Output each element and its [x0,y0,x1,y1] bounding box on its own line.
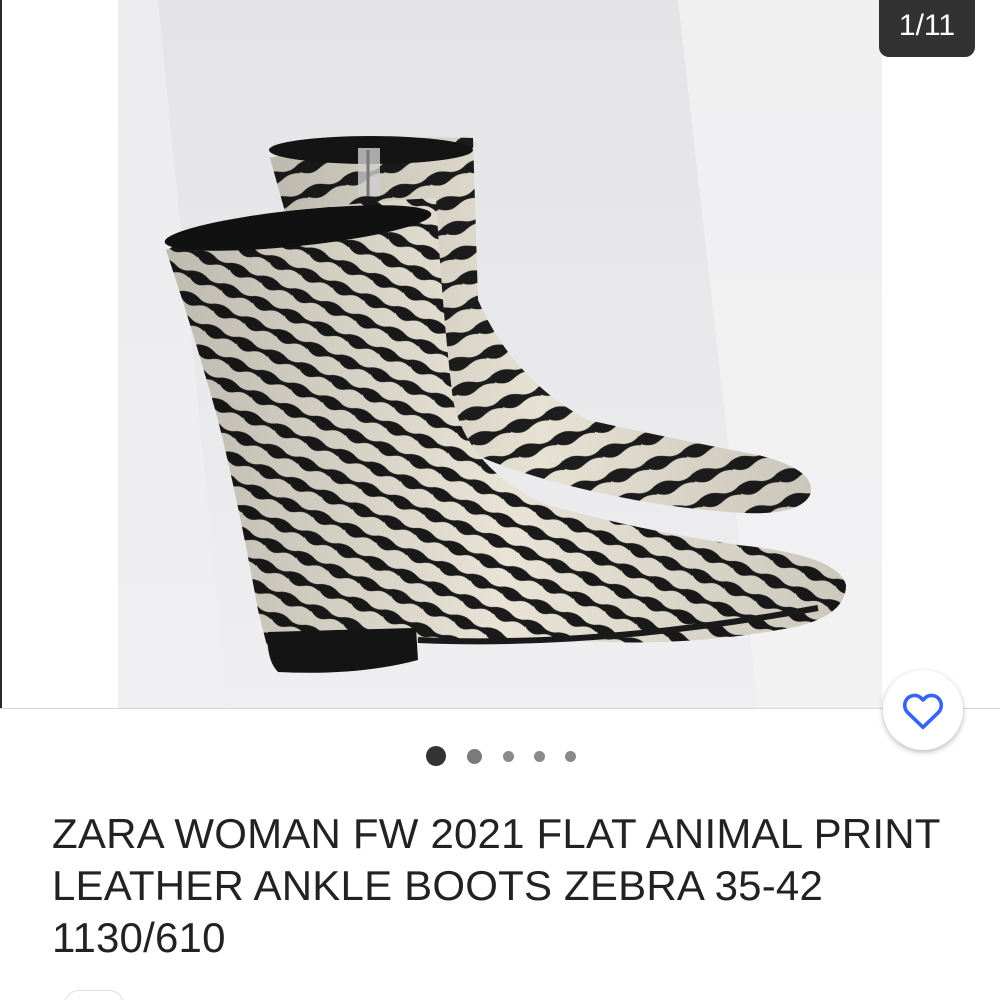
favorite-button[interactable] [883,670,963,750]
heart-outline-icon [902,693,944,730]
listing-title: ZARA WOMAN FW 2021 FLAT ANIMAL PRINT LEA… [52,810,940,961]
zebra-boots-illustration [118,0,882,708]
pagination-dot[interactable] [503,751,514,762]
gallery-pagination-dots[interactable] [420,744,590,768]
image-gallery[interactable]: 1/11 [0,0,1000,708]
partial-control [64,990,124,1000]
product-photo[interactable] [118,0,882,708]
gallery-edge [0,0,2,708]
pagination-dot[interactable] [565,751,576,762]
image-counter-badge: 1/11 [879,0,975,57]
pagination-dot[interactable] [534,751,545,762]
divider [0,708,1000,709]
pagination-dot-active[interactable] [426,746,446,766]
pagination-dot[interactable] [467,749,482,764]
listing-page: 1/11 ZARA WOMAN FW 2021 FLAT ANIMAL PRIN… [0,0,1000,1000]
